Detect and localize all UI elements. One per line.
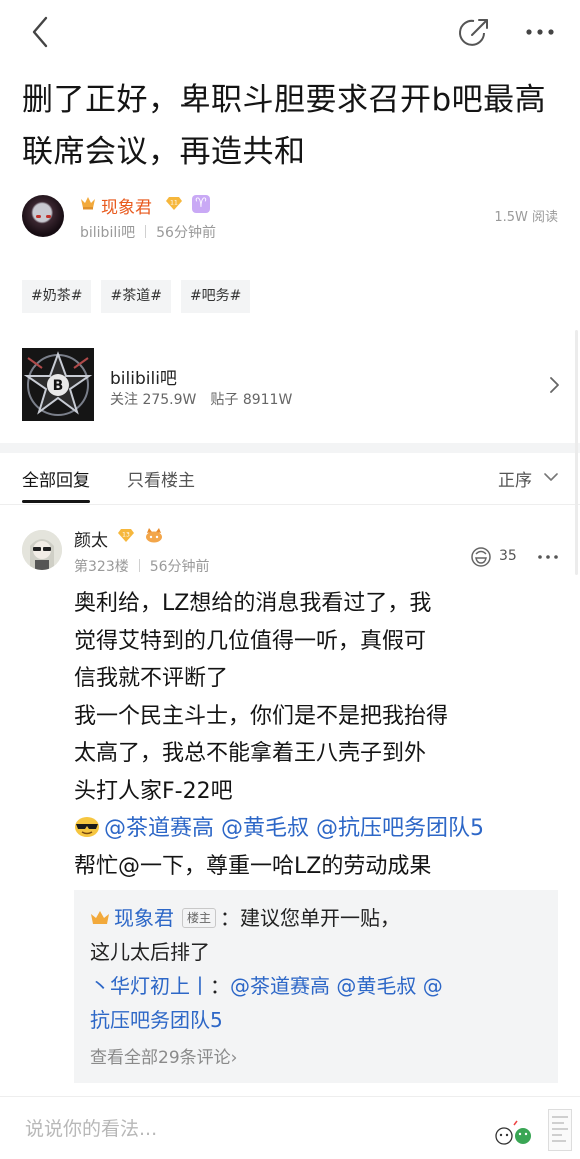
- reply-closing-line: 帮忙@一下，尊重一哈LZ的劳动成果: [74, 853, 432, 879]
- reply-mentions-line: @茶道赛高 @黄毛叔 @抗压吧务团队5: [74, 810, 554, 848]
- like-icon[interactable]: [470, 546, 492, 568]
- tag-moderation[interactable]: #吧务#: [180, 280, 251, 313]
- reply-avatar-image: [22, 530, 62, 570]
- forum-followers: 关注 275.9W: [110, 392, 197, 408]
- crown-icon: [91, 911, 109, 924]
- sub-comments-panel: 现象君 楼主 ：建议您单开一贴， 这儿太后排了 丶华灯初上丨：@茶道赛高 @黄毛叔 …: [74, 890, 558, 1083]
- sort-dropdown[interactable]: 正序: [498, 466, 558, 491]
- reply-line: 太高了，我总不能拿着王八壳子到外: [74, 741, 427, 766]
- crown-icon: [81, 197, 95, 210]
- author-avatar[interactable]: [22, 195, 64, 237]
- chevron-right-icon: [550, 377, 559, 393]
- thumb-line: [552, 1116, 568, 1118]
- post-title-line-2: 联席会议，再造共和: [22, 134, 306, 170]
- author-forum[interactable]: bilibili吧: [80, 225, 135, 241]
- meta-divider: [145, 225, 147, 238]
- forum-name: bilibili吧: [110, 369, 177, 389]
- post-title-line-1: 删了正好，卑职斗胆要求召开b吧最高: [22, 82, 547, 118]
- back-arrow-icon[interactable]: [24, 14, 58, 50]
- avatar-eye: [36, 215, 41, 218]
- author-level-text: 11: [170, 200, 178, 207]
- sub-comment-author[interactable]: 丶华灯初上丨: [90, 974, 210, 998]
- meta-divider: [138, 559, 140, 572]
- sort-label: 正序: [498, 471, 532, 491]
- reply-level-text: 13: [122, 532, 130, 539]
- tag-list: #奶茶# #茶道# #吧务#: [22, 280, 251, 313]
- thumb-line: [552, 1134, 562, 1136]
- mention-link[interactable]: @抗压吧务团队5: [316, 816, 484, 841]
- chevron-down-icon: [544, 473, 558, 481]
- reply-line: 头打人家F-22吧: [74, 778, 233, 804]
- reply-floor: 第323楼: [74, 559, 129, 575]
- reply-tabs: 全部回复 只看楼主 正序: [0, 453, 580, 505]
- diamond-level-icon: 11: [166, 197, 182, 210]
- reply-line: 信我就不评断了: [74, 666, 229, 691]
- like-count: 35: [499, 548, 517, 564]
- owner-badge: 楼主: [182, 908, 217, 928]
- post-title: 删了正好，卑职斗胆要求召开b吧最高 联席会议，再造共和: [22, 74, 567, 178]
- share-icon[interactable]: [457, 16, 491, 50]
- more-dots-icon[interactable]: [537, 550, 559, 564]
- view-all-comments-link[interactable]: 查看全部29条评论›: [90, 1043, 237, 1068]
- reply-meta: 第323楼 56分钟前: [74, 556, 210, 576]
- reply-line: 觉得艾特到的几位值得一听，真假可: [74, 628, 427, 654]
- thumb-line: [552, 1128, 568, 1130]
- sub-comment-1-line-1: 现象君 楼主 ：建议您单开一贴，: [90, 902, 400, 931]
- sub-comment-author[interactable]: 现象君: [114, 906, 174, 930]
- tag-milk-tea[interactable]: #奶茶#: [22, 280, 92, 313]
- reply-avatar[interactable]: [22, 530, 62, 570]
- avatar-eye: [46, 215, 51, 218]
- mention-link[interactable]: 抗压吧务团队5: [90, 1008, 223, 1032]
- mention-link[interactable]: @黄毛叔: [221, 816, 309, 841]
- thumb-line: [552, 1140, 566, 1142]
- reply-time: 56分钟前: [149, 559, 210, 575]
- reply-author-name[interactable]: 颜太: [74, 526, 108, 551]
- comment-bar: [0, 1096, 580, 1159]
- sub-comment-colon: ：: [210, 974, 230, 998]
- tab-owner-only[interactable]: 只看楼主: [127, 466, 195, 491]
- sunglasses-emoji-icon: [75, 817, 99, 837]
- read-count: 1.5W 阅读: [494, 210, 558, 225]
- sub-comment-2-line-2: 抗压吧务团队5: [90, 1004, 223, 1033]
- top-bar: [0, 0, 580, 64]
- pet-badge-icon: [146, 528, 162, 543]
- reply-line: 奥利给，LZ想给的消息我看过了，我: [74, 591, 432, 616]
- author-meta: bilibili吧 56分钟前: [80, 222, 216, 242]
- more-dots-icon[interactable]: [523, 20, 557, 44]
- sticker-icon[interactable]: [492, 1119, 538, 1149]
- zodiac-badge: ♈: [192, 195, 210, 213]
- tag-tea-way[interactable]: #茶道#: [101, 280, 171, 313]
- tab-all-replies[interactable]: 全部回复: [22, 466, 90, 503]
- mention-link[interactable]: @茶道赛高 @黄毛叔 @: [230, 974, 443, 998]
- diamond-level-icon: 13: [118, 529, 134, 542]
- mention-link[interactable]: @茶道赛高: [104, 816, 214, 841]
- reply-line: 我一个民主斗士，你们是不是把我抬得: [74, 703, 449, 729]
- forum-card[interactable]: B bilibili吧 关注 275.9W 贴子 8911W: [0, 340, 580, 440]
- forum-logo-star-icon: B: [22, 348, 94, 421]
- scrollbar[interactable]: [575, 330, 578, 575]
- sub-comment-2-line-1: 丶华灯初上丨：@茶道赛高 @黄毛叔 @: [90, 970, 443, 999]
- comment-input[interactable]: [25, 1115, 465, 1143]
- forum-logo: B: [22, 348, 94, 421]
- forum-posts: 贴子 8911W: [210, 392, 293, 408]
- thumb-line: [552, 1122, 564, 1124]
- section-divider: [0, 443, 580, 453]
- author-name[interactable]: 现象君: [101, 193, 152, 218]
- forum-stats: 关注 275.9W 贴子 8911W: [110, 389, 292, 409]
- sub-comment-text: ：建议您单开一贴，: [220, 906, 401, 930]
- reply-content: 奥利给，LZ想给的消息我看过了，我 觉得艾特到的几位值得一听，真假可 信我就不评…: [74, 585, 554, 885]
- thumbnail-button[interactable]: [548, 1109, 572, 1151]
- post-time: 56分钟前: [156, 225, 216, 241]
- sub-comment-1-line-2: 这儿太后排了: [90, 940, 210, 964]
- svg-text:B: B: [53, 378, 64, 394]
